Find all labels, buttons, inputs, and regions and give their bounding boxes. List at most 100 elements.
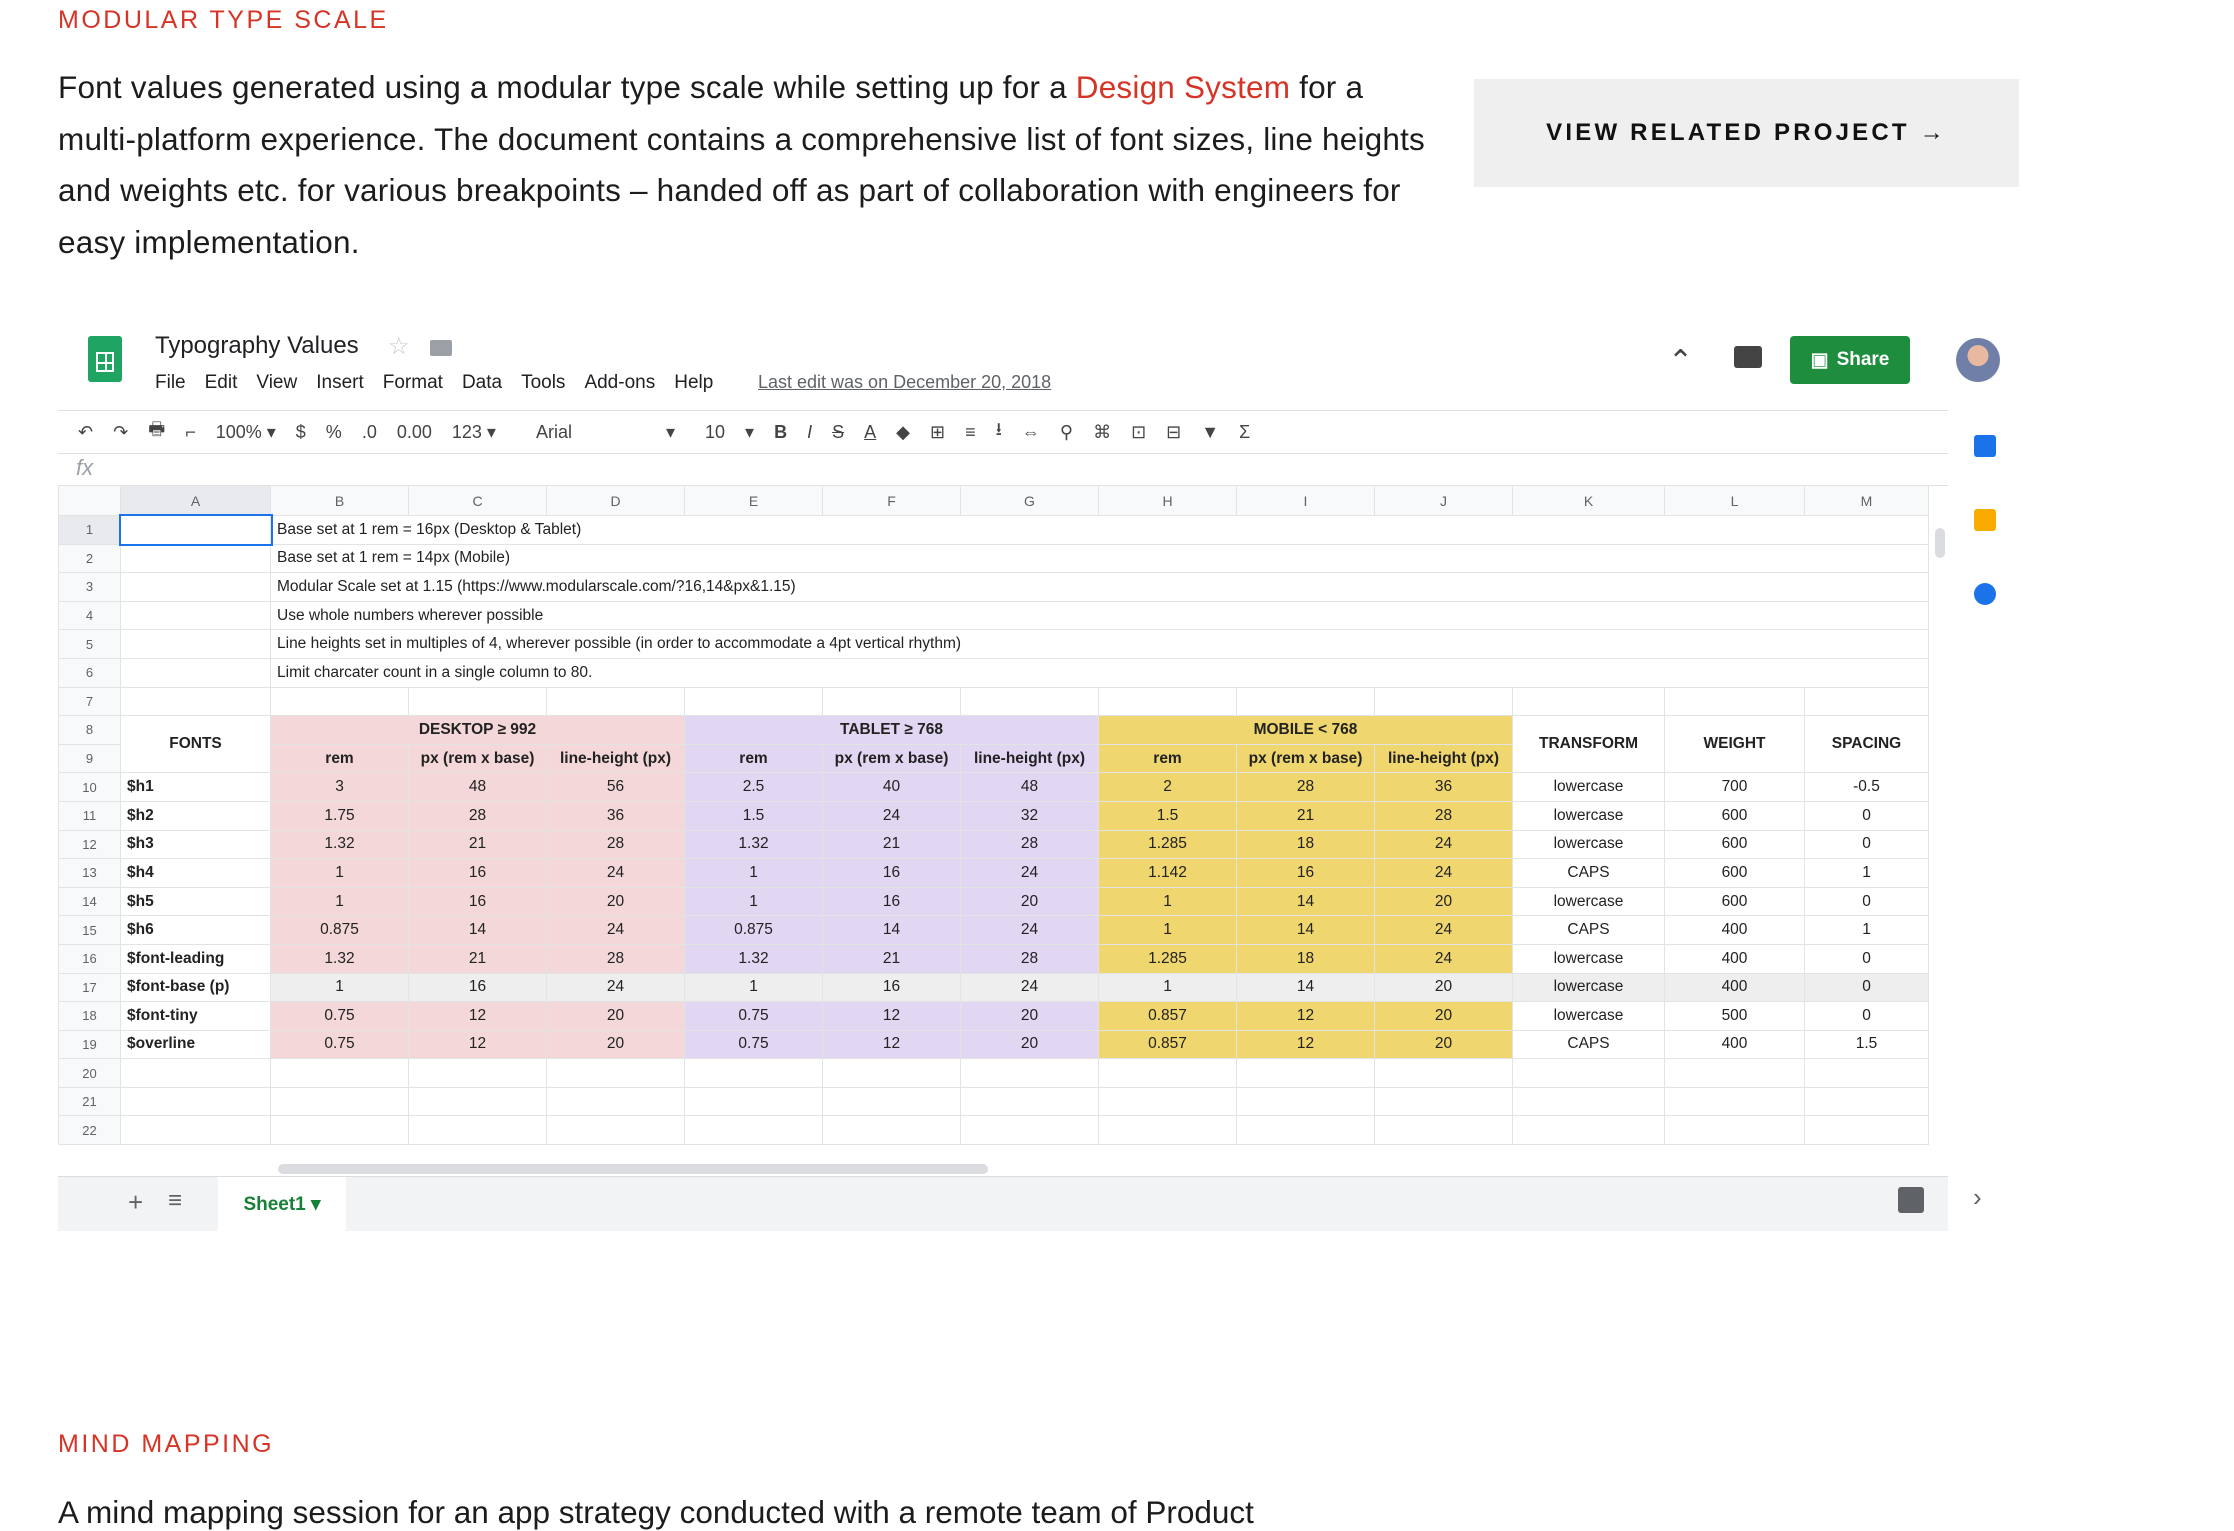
value-cell[interactable]: 14: [1236, 915, 1375, 945]
value-cell[interactable]: 20: [960, 1029, 1099, 1060]
insert-chart-icon[interactable]: ⊟: [1166, 422, 1181, 443]
row-number[interactable]: 1: [58, 515, 121, 545]
chevron-down-icon[interactable]: ▾: [666, 422, 675, 443]
column-header[interactable]: I: [1236, 485, 1375, 516]
value-cell[interactable]: 21: [408, 829, 547, 860]
menu-tools[interactable]: Tools: [521, 372, 565, 394]
horizontal-scrollbar[interactable]: [278, 1164, 988, 1174]
value-cell[interactable]: 12: [1236, 1001, 1375, 1031]
value-cell[interactable]: 36: [546, 800, 685, 831]
cell[interactable]: [1804, 1086, 1929, 1117]
value-cell[interactable]: 1.5: [684, 800, 823, 831]
cell[interactable]: [120, 1086, 271, 1117]
value-cell[interactable]: 24: [546, 972, 685, 1003]
value-cell[interactable]: 16: [822, 858, 961, 888]
vertical-align-icon[interactable]: ⭳: [996, 417, 1002, 447]
note-cell[interactable]: Base set at 1 rem = 16px (Desktop & Tabl…: [270, 515, 1929, 545]
value-cell[interactable]: 48: [408, 772, 547, 802]
value-cell[interactable]: 24: [1374, 829, 1513, 860]
value-cell[interactable]: 1: [684, 858, 823, 888]
redo-icon[interactable]: ↷: [113, 422, 128, 443]
value-cell[interactable]: 16: [822, 886, 961, 917]
value-cell[interactable]: 28: [1374, 800, 1513, 831]
value-cell[interactable]: 24: [960, 972, 1099, 1003]
value-cell[interactable]: 16: [822, 972, 961, 1003]
undo-icon[interactable]: ↶: [78, 422, 93, 443]
note-cell[interactable]: Modular Scale set at 1.15 (https://www.m…: [270, 572, 1929, 602]
column-header[interactable]: H: [1098, 485, 1237, 516]
sub-header[interactable]: rem: [270, 743, 409, 774]
cell[interactable]: [270, 1058, 409, 1088]
value-cell[interactable]: 12: [1236, 1029, 1375, 1060]
cell[interactable]: [120, 686, 271, 717]
cell[interactable]: [1374, 1058, 1513, 1088]
menu-help[interactable]: Help: [674, 372, 713, 394]
value-cell[interactable]: 18: [1236, 943, 1375, 974]
value-cell[interactable]: 20: [546, 1029, 685, 1060]
value-cell[interactable]: 0.75: [684, 1001, 823, 1031]
value-cell[interactable]: 20: [1374, 1001, 1513, 1031]
cell[interactable]: [120, 543, 271, 574]
row-number[interactable]: 21: [58, 1086, 121, 1117]
value-cell[interactable]: 3: [270, 772, 409, 802]
value-cell[interactable]: 600: [1664, 858, 1805, 888]
value-cell[interactable]: 24: [1374, 943, 1513, 974]
design-system-link[interactable]: Design System: [1076, 69, 1290, 105]
cell[interactable]: [1804, 686, 1929, 717]
value-cell[interactable]: 20: [960, 1001, 1099, 1031]
value-cell[interactable]: 1.285: [1098, 829, 1237, 860]
note-cell[interactable]: Base set at 1 rem = 14px (Mobile): [270, 543, 1929, 574]
value-cell[interactable]: lowercase: [1512, 1001, 1665, 1031]
value-cell[interactable]: 24: [822, 800, 961, 831]
value-cell[interactable]: 24: [546, 915, 685, 945]
horizontal-align-icon[interactable]: ≡: [965, 422, 976, 443]
font-token-cell[interactable]: $h4: [120, 858, 271, 888]
value-cell[interactable]: 28: [546, 829, 685, 860]
insert-comment-icon[interactable]: ⊡: [1131, 422, 1146, 443]
value-cell[interactable]: 20: [546, 886, 685, 917]
value-cell[interactable]: 24: [1374, 858, 1513, 888]
value-cell[interactable]: 400: [1664, 1029, 1805, 1060]
folder-icon[interactable]: [430, 340, 452, 356]
cell[interactable]: [1098, 686, 1237, 717]
cell[interactable]: [1664, 1058, 1805, 1088]
row-number[interactable]: 13: [58, 858, 121, 888]
percent-button[interactable]: %: [326, 422, 342, 443]
font-token-cell[interactable]: $h5: [120, 886, 271, 917]
tablet-header[interactable]: TABLET ≥ 768: [684, 715, 1099, 745]
value-cell[interactable]: 28: [408, 800, 547, 831]
value-cell[interactable]: 28: [960, 829, 1099, 860]
value-cell[interactable]: 0.875: [270, 915, 409, 945]
row-number[interactable]: 5: [58, 629, 121, 659]
row-number[interactable]: 15: [58, 915, 121, 945]
value-cell[interactable]: 28: [1236, 772, 1375, 802]
paint-format-icon[interactable]: ⌐: [185, 422, 196, 443]
value-cell[interactable]: 400: [1664, 972, 1805, 1003]
row-number[interactable]: 6: [58, 657, 121, 688]
cell[interactable]: [960, 1115, 1099, 1146]
transform-header[interactable]: TRANSFORM: [1512, 715, 1665, 774]
cell[interactable]: [684, 686, 823, 717]
row-number[interactable]: 9: [58, 743, 121, 774]
value-cell[interactable]: 14: [408, 915, 547, 945]
value-cell[interactable]: 1.5: [1098, 800, 1237, 831]
value-cell[interactable]: 0: [1804, 800, 1929, 831]
value-cell[interactable]: 20: [1374, 886, 1513, 917]
value-cell[interactable]: 1: [1804, 858, 1929, 888]
value-cell[interactable]: 400: [1664, 943, 1805, 974]
value-cell[interactable]: 20: [960, 886, 1099, 917]
corner-cell[interactable]: [58, 485, 121, 516]
value-cell[interactable]: lowercase: [1512, 800, 1665, 831]
explore-icon[interactable]: [1898, 1187, 1924, 1213]
value-cell[interactable]: 28: [960, 943, 1099, 974]
cell[interactable]: [270, 1115, 409, 1146]
value-cell[interactable]: 12: [822, 1001, 961, 1031]
value-cell[interactable]: lowercase: [1512, 772, 1665, 802]
cell[interactable]: [822, 1086, 961, 1117]
row-number[interactable]: 11: [58, 800, 121, 831]
row-number[interactable]: 4: [58, 600, 121, 631]
value-cell[interactable]: 16: [408, 886, 547, 917]
value-cell[interactable]: 20: [1374, 972, 1513, 1003]
zoom-select[interactable]: 100% ▾: [216, 422, 276, 443]
cell[interactable]: [1512, 1115, 1665, 1146]
